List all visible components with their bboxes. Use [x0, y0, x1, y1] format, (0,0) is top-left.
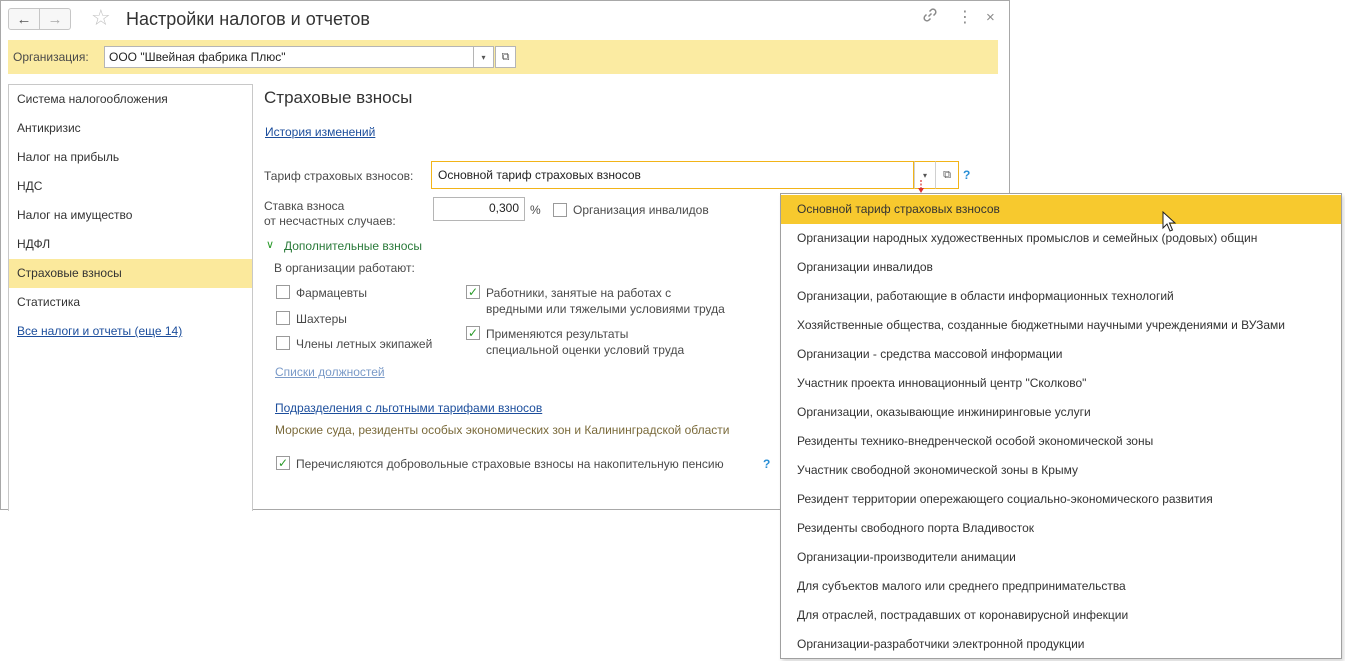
- dropdown-option[interactable]: Участник свободной экономической зоны в …: [781, 456, 1341, 485]
- organization-input[interactable]: ООО "Швейная фабрика Плюс": [104, 46, 474, 68]
- organization-bar: Организация: ООО "Швейная фабрика Плюс" …: [8, 40, 998, 74]
- harmful-label-line2: вредными или тяжелыми условиями труда: [486, 302, 725, 316]
- pharmacists-checkbox[interactable]: [276, 285, 290, 299]
- chevron-down-icon: ▾: [481, 52, 486, 62]
- all-taxes-link[interactable]: Все налоги и отчеты (еще 14): [17, 324, 182, 338]
- dropdown-option[interactable]: Организации-разработчики электронной про…: [781, 630, 1341, 659]
- sidebar: Система налогообложения Антикризис Налог…: [8, 84, 253, 511]
- dropdown-option[interactable]: Организации - средства массовой информац…: [781, 340, 1341, 369]
- check-icon: ✓: [277, 456, 289, 470]
- chevron-down-icon: ▾: [922, 170, 927, 180]
- sidebar-all-taxes-item: Все налоги и отчеты (еще 14): [9, 317, 252, 346]
- dropdown-option[interactable]: Организации-производители анимации: [781, 543, 1341, 572]
- history-link[interactable]: История изменений: [265, 125, 375, 139]
- dropdown-option[interactable]: Резиденты технико-внедренческой особой э…: [781, 427, 1341, 456]
- arrow-left-icon: ←: [16, 10, 32, 28]
- check-icon: ✓: [467, 326, 479, 340]
- dropdown-option[interactable]: Участник проекта инновационный центр "Ск…: [781, 369, 1341, 398]
- dropdown-option[interactable]: Хозяйственные общества, созданные бюджет…: [781, 311, 1341, 340]
- link-icon[interactable]: [922, 7, 938, 30]
- flight-crew-checkbox[interactable]: [276, 336, 290, 350]
- dropdown-option[interactable]: Для отраслей, пострадавших от коронавиру…: [781, 601, 1341, 630]
- extra-contributions-group[interactable]: Дополнительные взносы: [284, 239, 422, 253]
- voluntary-pension-checkbox[interactable]: ✓: [276, 456, 290, 470]
- divisions-note: Морские суда, резиденты особых экономиче…: [275, 423, 730, 437]
- dropdown-option[interactable]: Организации инвалидов: [781, 253, 1341, 282]
- expand-chevron-icon[interactable]: ∨: [266, 238, 274, 251]
- check-icon: ✓: [467, 285, 479, 299]
- preferential-divisions-link[interactable]: Подразделения с льготными тарифами взнос…: [275, 401, 542, 415]
- special-label-line1: Применяются результаты: [486, 327, 629, 341]
- special-label-line2: специальной оценки условий труда: [486, 343, 685, 357]
- chain-link-icon: [923, 8, 937, 22]
- dropdown-option[interactable]: Организации, работающие в области информ…: [781, 282, 1341, 311]
- tariff-dropdown-list: Основной тариф страховых взносов Организ…: [780, 193, 1342, 659]
- miners-label: Шахтеры: [296, 312, 347, 326]
- title-bar: ← → ☆ Настройки налогов и отчетов ⋮ ×: [1, 1, 1009, 37]
- tariff-help-icon[interactable]: ?: [963, 168, 970, 182]
- rate-label-line2: от несчастных случаев:: [264, 214, 396, 228]
- organization-open-button[interactable]: ⧉: [495, 46, 516, 68]
- works-label: В организации работают:: [274, 261, 415, 275]
- open-window-icon: ⧉: [943, 168, 951, 181]
- tariff-label: Тариф страховых взносов:: [264, 169, 414, 183]
- pharmacists-label: Фармацевты: [296, 286, 368, 300]
- back-button[interactable]: ←: [8, 8, 40, 30]
- harmful-conditions-checkbox[interactable]: ✓: [466, 285, 480, 299]
- dropdown-option[interactable]: Организации, оказывающие инжиниринговые …: [781, 398, 1341, 427]
- rate-input[interactable]: 0,300: [433, 197, 525, 221]
- sidebar-item-insurance[interactable]: Страховые взносы: [9, 259, 252, 288]
- more-menu-icon[interactable]: ⋮: [957, 7, 973, 29]
- positions-list-link[interactable]: Списки должностей: [275, 365, 385, 379]
- organization-dropdown-button[interactable]: ▾: [473, 46, 494, 68]
- dropdown-option[interactable]: Для субъектов малого или среднего предпр…: [781, 572, 1341, 601]
- rate-label-line1: Ставка взноса: [264, 199, 345, 213]
- special-assessment-checkbox[interactable]: ✓: [466, 326, 480, 340]
- mouse-cursor-icon: [1162, 211, 1177, 232]
- favorite-star-icon[interactable]: ☆: [91, 5, 111, 31]
- sidebar-item-statistics[interactable]: Статистика: [9, 288, 252, 317]
- harmful-label-line1: Работники, занятые на работах с: [486, 286, 672, 300]
- tariff-input[interactable]: Основной тариф страховых взносов: [431, 161, 914, 189]
- dropdown-option[interactable]: Организации народных художественных пром…: [781, 224, 1341, 253]
- arrow-right-icon: →: [47, 10, 63, 28]
- organization-label: Организация:: [13, 50, 89, 64]
- sidebar-item-tax-system[interactable]: Система налогообложения: [9, 85, 252, 114]
- sidebar-item-property-tax[interactable]: Налог на имущество: [9, 201, 252, 230]
- close-icon[interactable]: ×: [986, 7, 995, 29]
- voluntary-help-icon[interactable]: ?: [763, 457, 770, 471]
- miners-checkbox[interactable]: [276, 311, 290, 325]
- red-pointer-arrow-icon: [918, 180, 924, 193]
- disabled-org-checkbox[interactable]: [553, 203, 567, 217]
- sidebar-item-ndfl[interactable]: НДФЛ: [9, 230, 252, 259]
- sidebar-item-vat[interactable]: НДС: [9, 172, 252, 201]
- tariff-open-button[interactable]: ⧉: [935, 161, 959, 189]
- dropdown-option[interactable]: Резиденты свободного порта Владивосток: [781, 514, 1341, 543]
- open-window-icon: ⧉: [501, 50, 510, 63]
- dropdown-option[interactable]: Резидент территории опережающего социаль…: [781, 485, 1341, 514]
- dropdown-option[interactable]: Основной тариф страховых взносов: [781, 195, 1341, 224]
- voluntary-pension-label: Перечисляются добровольные страховые взн…: [296, 457, 724, 471]
- sidebar-item-profit-tax[interactable]: Налог на прибыль: [9, 143, 252, 172]
- flight-crew-label: Члены летных экипажей: [296, 337, 433, 351]
- rate-unit: %: [530, 203, 541, 217]
- forward-button[interactable]: →: [39, 8, 71, 30]
- window-title: Настройки налогов и отчетов: [126, 9, 370, 29]
- disabled-org-label: Организация инвалидов: [573, 203, 709, 217]
- section-title: Страховые взносы: [264, 88, 413, 107]
- sidebar-item-anticrisis[interactable]: Антикризис: [9, 114, 252, 143]
